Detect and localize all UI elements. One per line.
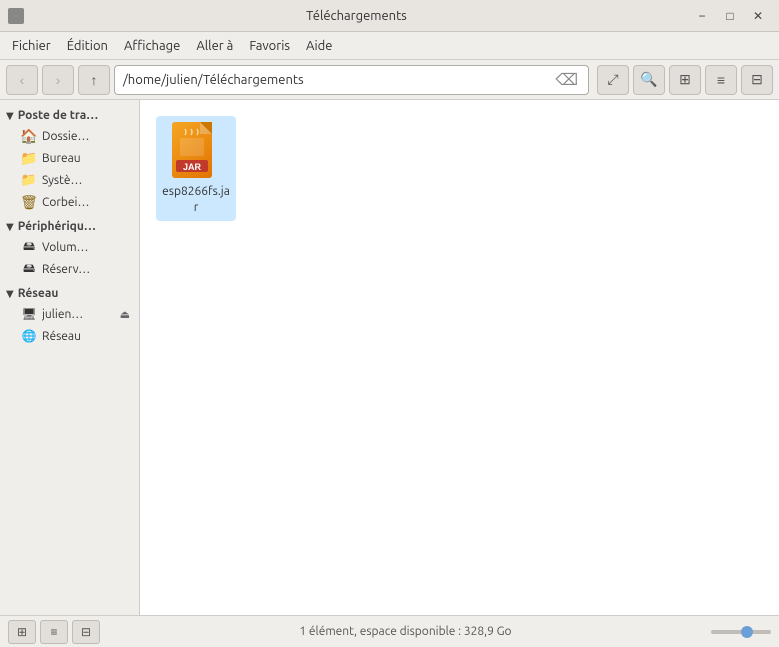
status-details-button[interactable]: ⊟: [72, 620, 100, 644]
sidebar-section-reseau-label: Réseau: [18, 287, 59, 300]
file-area[interactable]: JAR esp8266fs.jar: [140, 100, 779, 615]
chevron-down-icon: ▼: [6, 110, 14, 122]
sidebar-section-peripheriques: ▼ Périphériqu… 🖴 Volum… 🖴 Réserv…: [0, 217, 139, 280]
maximize-button[interactable]: □: [717, 4, 743, 28]
search-button[interactable]: 🔍: [633, 65, 665, 95]
main-area: ▼ Poste de tra… 🏠 Dossie… 📁 Bureau 📁 Sys…: [0, 100, 779, 615]
sidebar-item-reserve[interactable]: 🖴 Réserv…: [3, 258, 136, 280]
status-details-icon: ⊟: [81, 625, 91, 639]
status-grid-button[interactable]: ⊞: [8, 620, 36, 644]
toolbar: ‹ › ↑ /home/julien/Téléchargements ⌫ ⤢ 🔍…: [0, 60, 779, 100]
menu-fichier[interactable]: Fichier: [4, 35, 59, 57]
window-title: Téléchargements: [24, 9, 689, 23]
file-item-esp8266fs[interactable]: JAR esp8266fs.jar: [156, 116, 236, 221]
jar-file-icon: JAR: [172, 122, 220, 178]
back-icon: ‹: [20, 72, 25, 88]
sidebar-item-dossier[interactable]: 🏠 Dossie…: [3, 125, 136, 147]
location-button[interactable]: ⤢: [597, 65, 629, 95]
sidebar-item-systeme[interactable]: 📁 Systè…: [3, 169, 136, 191]
statusbar: ⊞ ≡ ⊟ 1 élément, espace disponible : 328…: [0, 615, 779, 647]
close-button[interactable]: ✕: [745, 4, 771, 28]
sidebar-section-reseau: ▼ Réseau 🖥 julien… ⏏ 🌐 Réseau: [0, 284, 139, 347]
network-icon: 🖥: [21, 306, 37, 322]
sidebar-item-bureau[interactable]: 📁 Bureau: [3, 147, 136, 169]
sidebar-section-travail: ▼ Poste de tra… 🏠 Dossie… 📁 Bureau 📁 Sys…: [0, 106, 139, 213]
chevron-down-icon-3: ▼: [6, 288, 14, 300]
sidebar-item-corbeille[interactable]: 🗑 Corbei…: [3, 191, 136, 213]
app-icon: [8, 8, 24, 24]
grid-icon: ⊞: [679, 71, 691, 88]
network2-icon: 🌐: [21, 328, 37, 344]
titlebar: Téléchargements − □ ✕: [0, 0, 779, 32]
toolbar-right: ⤢ 🔍 ⊞ ≡ ⊟: [597, 65, 773, 95]
dossier-label: Dossie…: [42, 130, 130, 143]
sidebar-item-reseau[interactable]: 🌐 Réseau: [3, 325, 136, 347]
menubar: Fichier Édition Affichage Aller à Favori…: [0, 32, 779, 60]
address-bar[interactable]: /home/julien/Téléchargements ⌫: [114, 65, 589, 95]
sidebar-section-reseau-header[interactable]: ▼ Réseau: [0, 284, 139, 303]
minimize-button[interactable]: −: [689, 4, 715, 28]
system-icon: 📁: [21, 172, 37, 188]
forward-button[interactable]: ›: [42, 65, 74, 95]
menu-affichage[interactable]: Affichage: [116, 35, 188, 57]
corbeille-label: Corbei…: [42, 196, 130, 209]
eject-button[interactable]: ⏏: [120, 308, 130, 321]
volume-label: Volum…: [42, 241, 130, 254]
systeme-label: Systè…: [42, 174, 130, 187]
back-button[interactable]: ‹: [6, 65, 38, 95]
status-text: 1 élément, espace disponible : 328,9 Go: [108, 625, 703, 638]
menu-favoris[interactable]: Favoris: [241, 35, 298, 57]
svg-text:JAR: JAR: [183, 162, 202, 172]
forward-icon: ›: [56, 72, 61, 88]
zoom-slider[interactable]: [711, 630, 771, 634]
details-view-button[interactable]: ⊟: [741, 65, 773, 95]
sidebar-section-travail-label: Poste de tra…: [18, 109, 99, 122]
reseau-label: Réseau: [42, 330, 130, 343]
bureau-label: Bureau: [42, 152, 130, 165]
sidebar-item-julien[interactable]: 🖥 julien… ⏏: [3, 303, 136, 325]
up-icon: ↑: [91, 72, 98, 88]
julien-label: julien…: [42, 308, 115, 321]
sidebar-item-volume[interactable]: 🖴 Volum…: [3, 236, 136, 258]
menu-aller-a[interactable]: Aller à: [188, 35, 241, 57]
sidebar-section-travail-header[interactable]: ▼ Poste de tra…: [0, 106, 139, 125]
details-icon: ⊟: [751, 71, 763, 88]
file-label-esp8266fs: esp8266fs.jar: [162, 184, 230, 215]
window-controls: − □ ✕: [689, 4, 771, 28]
zoom-control[interactable]: [711, 630, 771, 634]
folder-icon: 📁: [21, 150, 37, 166]
trash-icon: 🗑: [21, 194, 37, 210]
status-list-icon: ≡: [50, 625, 57, 639]
chevron-down-icon-2: ▼: [6, 221, 14, 233]
location-icon: ⤢: [607, 71, 618, 88]
clear-address-button[interactable]: ⌫: [553, 70, 580, 89]
status-list-button[interactable]: ≡: [40, 620, 68, 644]
search-icon: 🔍: [640, 71, 657, 88]
sidebar-section-peripheriques-label: Périphériqu…: [18, 220, 96, 233]
home-icon: 🏠: [21, 128, 37, 144]
sidebar: ▼ Poste de tra… 🏠 Dossie… 📁 Bureau 📁 Sys…: [0, 100, 140, 615]
status-grid-icon: ⊞: [17, 625, 27, 639]
statusbar-buttons: ⊞ ≡ ⊟: [8, 620, 100, 644]
grid-view-button[interactable]: ⊞: [669, 65, 701, 95]
zoom-knob[interactable]: [741, 626, 753, 638]
up-button[interactable]: ↑: [78, 65, 110, 95]
address-text: /home/julien/Téléchargements: [123, 73, 549, 87]
drive-icon: 🖴: [21, 239, 37, 255]
menu-aide[interactable]: Aide: [298, 35, 340, 57]
sidebar-section-peripheriques-header[interactable]: ▼ Périphériqu…: [0, 217, 139, 236]
list-icon: ≡: [717, 72, 725, 88]
list-view-button[interactable]: ≡: [705, 65, 737, 95]
menu-edition[interactable]: Édition: [59, 35, 116, 57]
drive2-icon: 🖴: [21, 261, 37, 277]
reserve-label: Réserv…: [42, 263, 130, 276]
